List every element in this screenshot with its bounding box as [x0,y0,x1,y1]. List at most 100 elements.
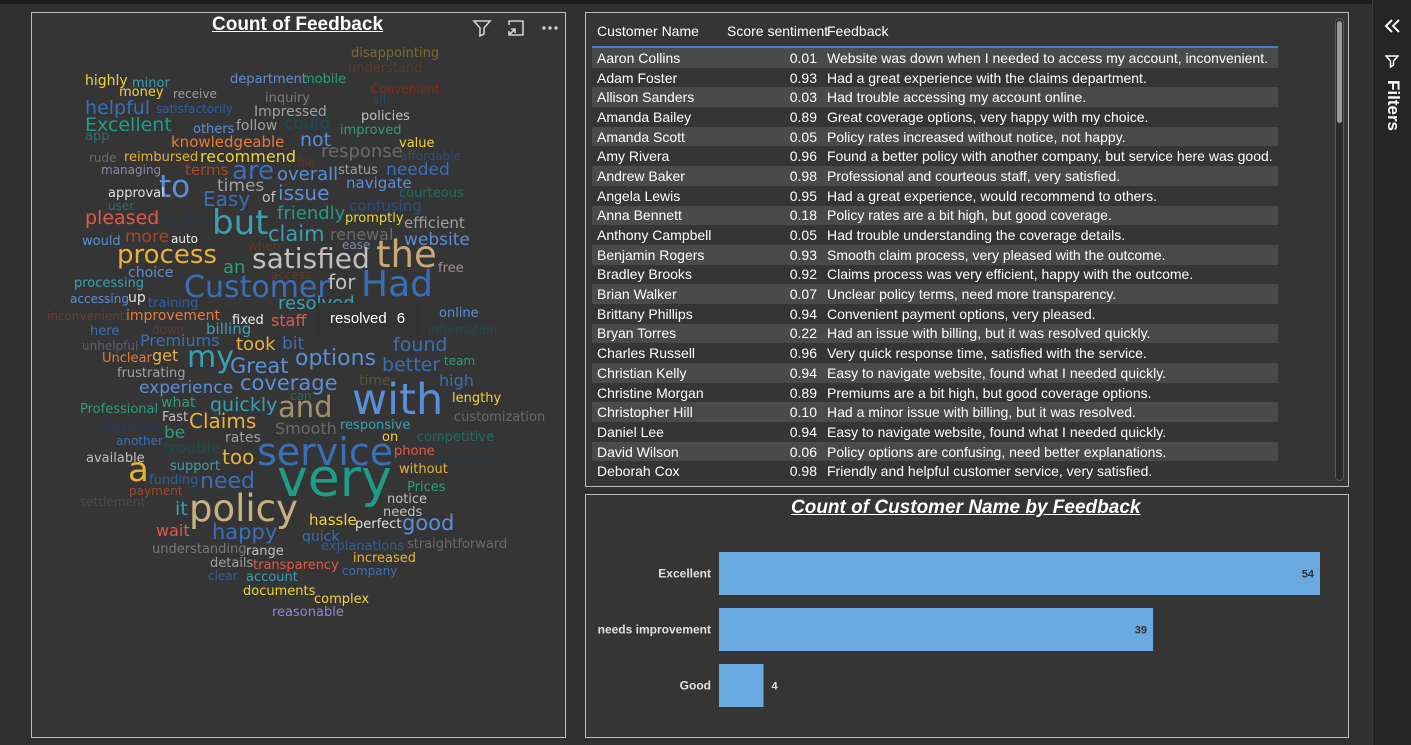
table-row[interactable]: Brian Walker 0.07 Unclear policy terms, ne… [592,284,1278,304]
wordcloud-word[interactable]: staff [271,313,306,329]
focus-mode-icon[interactable] [505,17,527,39]
table-row[interactable]: Andrew Baker 0.98 Professional and courteo… [592,166,1278,186]
wordcloud-word[interactable]: understanding [152,543,247,556]
wordcloud-word[interactable]: my [187,343,234,373]
table-row[interactable]: Anna Bennett 0.18 Policy rates are a bit h… [592,205,1278,226]
wordcloud-word[interactable]: settlement [80,496,145,508]
wordcloud-word[interactable]: without [399,463,448,476]
wordcloud-visual[interactable]: disappointing understand highly minor depart… [31,12,566,738]
wordcloud-word[interactable]: online [439,307,479,320]
bar[interactable] [719,608,1154,651]
bar[interactable] [719,552,1320,595]
wordcloud-word[interactable]: trouble [164,440,221,456]
filters-label[interactable]: Filters [1383,80,1403,131]
table-row[interactable]: Christian Kelly 0.94 Easy to navigate webs… [592,363,1278,383]
wordcloud-word[interactable]: clear [208,570,238,582]
wordcloud-word[interactable]: up [128,291,146,305]
table-row[interactable]: Angela Lewis 0.95 Had a great experience, … [592,185,1278,206]
wordcloud-word[interactable]: efficient [404,216,465,231]
wordcloud-word[interactable]: outcome [216,297,273,310]
wordcloud-word[interactable]: policies [361,110,410,123]
wordcloud-word[interactable]: options [295,348,376,370]
column-header-score-sentiment[interactable]: Score sentiment [715,23,828,39]
wordcloud-word[interactable]: receive [173,88,217,100]
wordcloud-word[interactable]: it [175,500,188,519]
wordcloud-word[interactable]: account [246,571,298,584]
wordcloud-word[interactable]: processing [74,277,144,290]
table-row[interactable]: Bryan Torres 0.22 Had an issue with billin… [592,323,1278,344]
wordcloud-word[interactable]: phone [394,445,435,458]
wordcloud-word[interactable]: pleased [85,209,159,228]
scrollbar-thumb[interactable] [1337,21,1342,123]
wordcloud-word[interactable]: but [212,206,268,240]
wordcloud-word[interactable]: promptly [345,212,404,225]
wordcloud-word[interactable]: app [85,130,109,143]
wordcloud-word[interactable]: hassle [309,513,357,528]
table-scrollbar[interactable] [1335,18,1344,481]
wordcloud-word[interactable]: straightforward [407,538,507,551]
table-row[interactable]: Deborah Cox 0.98 Friendly and helpful cust… [592,461,1278,482]
wordcloud-word[interactable]: took [236,336,276,354]
wordcloud-word[interactable]: mobile [302,73,346,86]
column-header-customer-name[interactable]: Customer Name [592,23,715,39]
filters-pane[interactable]: Filters [1372,0,1411,745]
wordcloud-word[interactable]: follow [236,119,277,133]
table-row[interactable]: Brittany Phillips 0.94 Convenient payment … [592,303,1278,324]
wordcloud-word[interactable]: team [444,355,475,367]
wordcloud-word[interactable]: with [352,379,443,422]
wordcloud-word[interactable]: rates [225,431,261,445]
wordcloud-word[interactable]: intuitive [158,215,207,227]
table-row[interactable]: Amanda Bailey 0.89 Great coverage options,… [592,107,1278,127]
wordcloud-word[interactable]: accessing [70,293,129,305]
wordcloud-word[interactable]: Professional [80,403,158,416]
table-row[interactable]: Benjamin Rogers 0.93 Smooth claim process,… [592,244,1278,265]
wordcloud-word[interactable]: get [152,348,178,364]
wordcloud-word[interactable]: for [328,272,356,292]
wordcloud-word[interactable]: too [222,447,254,467]
wordcloud-word[interactable]: found [393,336,447,355]
table-row[interactable]: Amy Rivera 0.96 Found a better policy with… [592,146,1278,167]
table-row[interactable]: Christine Morgan 0.89 Premiums are a bit h… [592,382,1278,403]
wordcloud-word[interactable]: issue [278,183,329,203]
wordcloud-word[interactable]: inconvenient [47,310,125,322]
column-header-feedback[interactable]: Feedback [827,23,1278,39]
wordcloud-word[interactable]: disappointing [351,47,439,60]
wordcloud-word[interactable]: and [278,393,333,422]
wordcloud-word[interactable]: improved [340,124,401,137]
wordcloud-word[interactable]: managing [101,164,161,176]
table-row[interactable]: David Wilson 0.06 Policy options are confu… [592,441,1278,462]
wordcloud-word[interactable]: department [230,73,307,86]
filter-icon[interactable] [471,17,493,39]
wordcloud-word[interactable]: reasonable [272,606,344,619]
wordcloud-word[interactable]: perfect [355,518,401,531]
table-row[interactable]: Allison Sanders 0.03 Had trouble accessing… [592,87,1278,108]
wordcloud-word[interactable]: all [372,94,386,106]
wordcloud-word[interactable]: happy [212,522,277,543]
wordcloud-word[interactable]: lengthy [452,392,501,405]
wordcloud-word[interactable]: response [321,143,403,161]
wordcloud-word[interactable]: a [128,453,149,487]
feedback-table-visual[interactable]: Customer Name Score sentiment Feedback A… [585,12,1349,487]
wordcloud-word[interactable]: Claims [189,411,256,431]
wordcloud-word[interactable]: competitive [417,431,494,444]
wordcloud-word[interactable]: good [402,513,454,534]
table-row[interactable]: Adam Foster 0.93 Had a great experience wi… [592,67,1278,88]
table-row[interactable]: Daniel Lee 0.94 Easy to navigate website, … [592,422,1278,442]
wordcloud-word[interactable]: free [438,262,464,275]
wordcloud-word[interactable]: better [382,356,440,375]
table-row[interactable]: Bradley Brooks 0.92 Claims process was ver… [592,264,1278,285]
collapse-chevrons-icon[interactable] [1384,18,1402,34]
table-row[interactable]: Christopher Hill 0.10 Had a minor issue wi… [592,402,1278,423]
table-row[interactable]: Charles Russell 0.96 Very quick response t… [592,343,1278,363]
wordcloud-word[interactable]: company [342,565,397,577]
wordcloud-word[interactable]: friendly [277,205,345,223]
table-row[interactable]: Aaron Collins 0.01 Website was down when I… [592,48,1278,68]
wordcloud-word[interactable]: here [90,325,119,338]
table-row[interactable]: Amanda Scott 0.05 Policy rates increased w… [592,126,1278,147]
bar[interactable] [719,664,764,707]
wordcloud-word[interactable]: high [439,373,474,389]
wordcloud-word[interactable]: what [161,396,195,410]
table-row[interactable]: Anthony Campbell 0.05 Had trouble understa… [592,225,1278,245]
wordcloud-word[interactable]: Unclear [102,352,152,365]
wordcloud-word[interactable]: understand [348,62,422,75]
